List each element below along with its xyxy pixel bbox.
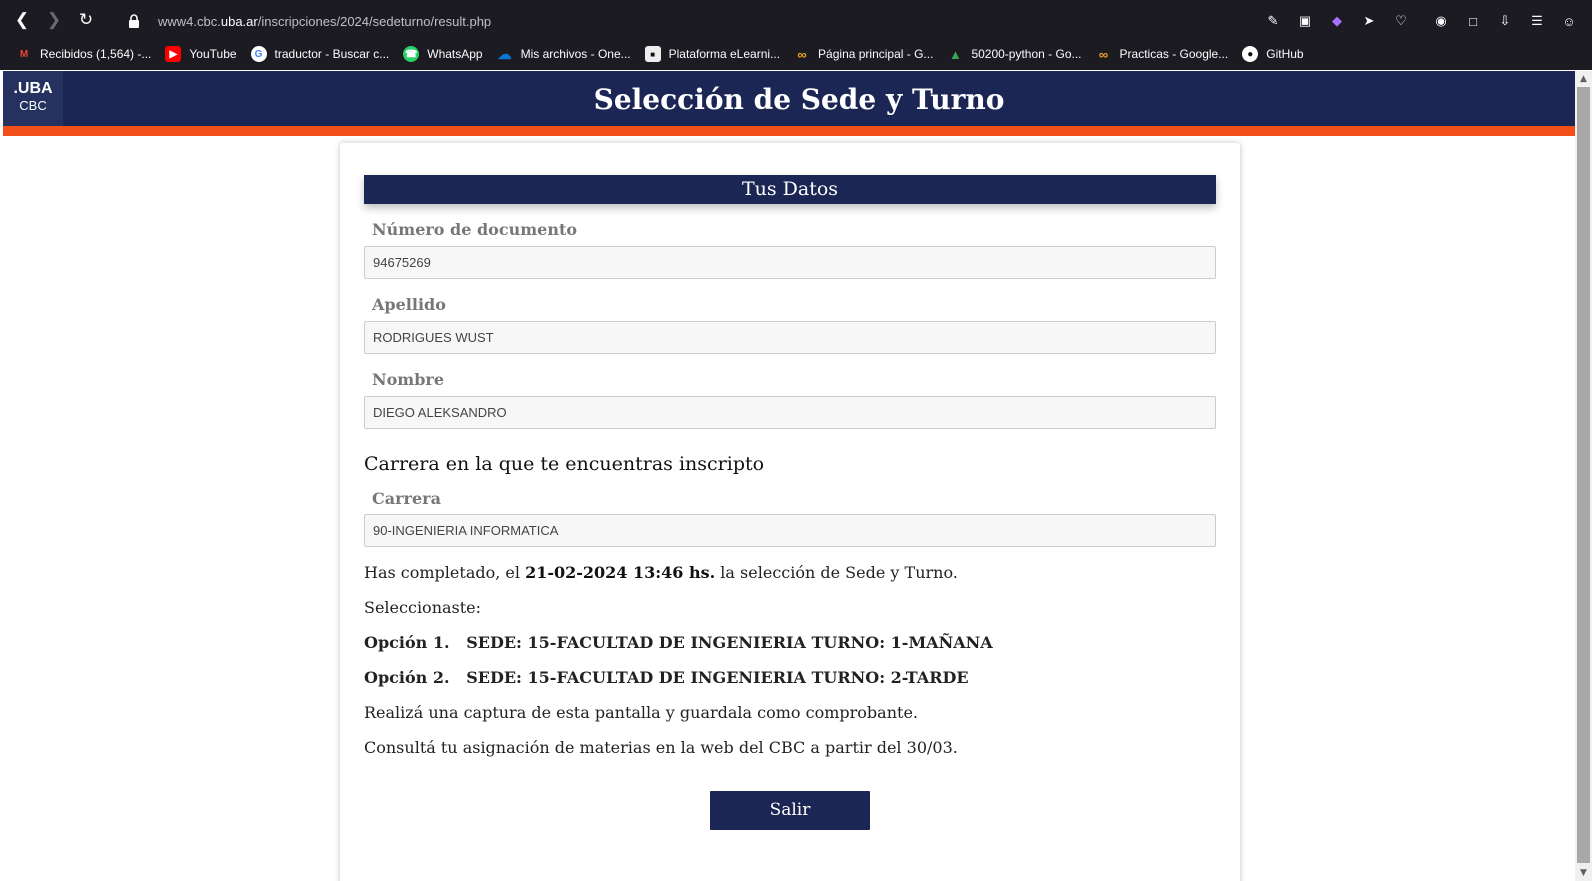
- bookmark-whatsapp[interactable]: ☎ WhatsApp: [403, 46, 483, 62]
- completed-pre: Has completado, el: [364, 563, 526, 582]
- bookmark-traductor[interactable]: Gtraductor - Buscar c...: [250, 46, 390, 62]
- completed-post: la selección de Sede y Turno.: [715, 563, 958, 582]
- accent-bar: [3, 126, 1575, 136]
- cube-icon[interactable]: □: [1464, 12, 1482, 30]
- toolbar-icons: ✎ ▣ ◆ ➤ ♡ ◉ □ ⇩ ☰ ☺: [1264, 6, 1578, 36]
- doc-field[interactable]: 94675269: [364, 246, 1216, 279]
- onedrive-icon: ☁: [497, 45, 512, 62]
- doc-label: Número de documento: [372, 220, 578, 239]
- edit-icon[interactable]: ✎: [1264, 12, 1282, 30]
- account-icon[interactable]: ☺: [1560, 12, 1578, 30]
- section-title: Tus Datos: [364, 175, 1216, 204]
- logo-line1: .UBA: [13, 80, 53, 97]
- drive-icon: ▲: [949, 46, 962, 62]
- robot-icon[interactable]: ◉: [1432, 12, 1450, 30]
- menu-icon[interactable]: ☰: [1528, 12, 1546, 30]
- bookmark-onedrive[interactable]: ☁ Mis archivos - One...: [497, 46, 631, 62]
- consulta-text: Consultá tu asignación de materias en la…: [364, 738, 958, 757]
- completed-text: Has completado, el 21-02-2024 13:46 hs. …: [364, 563, 958, 582]
- site-header: Selección de Sede y Turno .UBA CBC: [3, 71, 1575, 126]
- reload-icon[interactable]: ↻: [70, 4, 102, 36]
- page-scrollbar[interactable]: ▲ ▼: [1575, 71, 1592, 881]
- back-icon[interactable]: ❮: [6, 4, 38, 36]
- carrera-heading: Carrera en la que te encuentras inscript…: [364, 453, 765, 475]
- apellido-field[interactable]: RODRIGUES WUST: [364, 321, 1216, 354]
- bookmark-elearning[interactable]: ■ Plataforma eLearni...: [644, 46, 781, 62]
- elearning-icon: ■: [644, 46, 661, 62]
- scrollbar-thumb[interactable]: [1577, 87, 1590, 863]
- bookmark-label: 50200-python - Go...: [971, 47, 1082, 61]
- nombre-field[interactable]: DIEGO ALEKSANDRO: [364, 396, 1216, 429]
- bookmark-label: Mis archivos - One...: [520, 47, 631, 61]
- address-bar[interactable]: www4.cbc.uba.ar/inscripciones/2024/sedet…: [120, 6, 1270, 36]
- google-icon: G: [250, 46, 267, 62]
- bookmark-github[interactable]: ● GitHub: [1242, 46, 1304, 62]
- carrera-label: Carrera: [372, 489, 441, 508]
- captura-text: Realizá una captura de esta pantalla y g…: [364, 703, 918, 722]
- forward-icon[interactable]: ❯: [38, 4, 70, 36]
- camera-icon[interactable]: ▣: [1296, 12, 1314, 30]
- bookmark-practicas[interactable]: ∞ Practicas - Google...: [1096, 46, 1229, 62]
- whatsapp-icon: ☎: [403, 46, 420, 62]
- bookmarks-bar: M Recibidos (1,564) -... ▶ YouTube Gtraduc…: [0, 40, 1592, 68]
- browser-toolbar: ❮ ❯ ↻ www4.cbc.uba.ar/inscripciones/2024…: [0, 2, 1592, 38]
- opcion-1: Opción 1. SEDE: 15-FACULTAD DE INGENIERI…: [364, 633, 993, 652]
- completed-date: 21-02-2024 13:46 hs.: [525, 563, 716, 582]
- bookmark-label: Recibidos (1,564) -...: [40, 47, 152, 61]
- coursera-icon: ∞: [1098, 46, 1109, 62]
- scroll-down-icon[interactable]: ▼: [1575, 865, 1592, 881]
- bookmark-label: Plataforma eLearni...: [668, 47, 781, 61]
- seleccionaste-text: Seleccionaste:: [364, 598, 482, 617]
- youtube-icon: ▶: [165, 46, 182, 62]
- bookmark-label: GitHub: [1266, 47, 1304, 61]
- nombre-label: Nombre: [372, 370, 445, 389]
- url-text: www4.cbc.uba.ar/inscripciones/2024/sedet…: [158, 13, 492, 29]
- heart-icon[interactable]: ♡: [1392, 12, 1410, 30]
- github-icon: ●: [1242, 46, 1259, 62]
- bookmark-label: Practicas - Google...: [1119, 47, 1229, 61]
- logo-line2: CBC: [19, 98, 47, 113]
- bookmark-label: traductor - Buscar c...: [274, 47, 390, 61]
- download-icon[interactable]: ⇩: [1496, 12, 1514, 30]
- salir-button[interactable]: Salir: [710, 791, 870, 830]
- result-card: Tus Datos Número de documento 94675269 A…: [340, 143, 1240, 881]
- bookmark-python[interactable]: ▲ 50200-python - Go...: [947, 46, 1082, 62]
- carrera-field[interactable]: 90-INGENIERIA INFORMATICA: [364, 514, 1216, 547]
- bookmark-gmail[interactable]: M Recibidos (1,564) -...: [16, 46, 152, 62]
- shield-icon[interactable]: ◆: [1328, 12, 1346, 30]
- bookmark-pagina-principal[interactable]: ∞ Página principal - G...: [794, 46, 933, 62]
- bookmark-label: WhatsApp: [427, 47, 483, 61]
- scroll-up-icon[interactable]: ▲: [1575, 71, 1592, 87]
- page-title: Selección de Sede y Turno: [593, 83, 1005, 116]
- bookmark-label: YouTube: [189, 47, 237, 61]
- bookmark-label: Página principal - G...: [818, 47, 934, 61]
- coursera-icon: ∞: [797, 46, 807, 62]
- bookmark-youtube[interactable]: ▶ YouTube: [165, 46, 237, 62]
- browser-chrome: ❮ ❯ ↻ www4.cbc.uba.ar/inscripciones/2024…: [0, 0, 1592, 70]
- lock-icon: [128, 14, 142, 28]
- uba-cbc-logo[interactable]: .UBA CBC: [3, 71, 63, 126]
- send-icon[interactable]: ➤: [1360, 12, 1378, 30]
- opcion-2: Opción 2. SEDE: 15-FACULTAD DE INGENIERI…: [364, 668, 969, 687]
- apellido-label: Apellido: [372, 295, 446, 314]
- gmail-icon: M: [19, 48, 29, 60]
